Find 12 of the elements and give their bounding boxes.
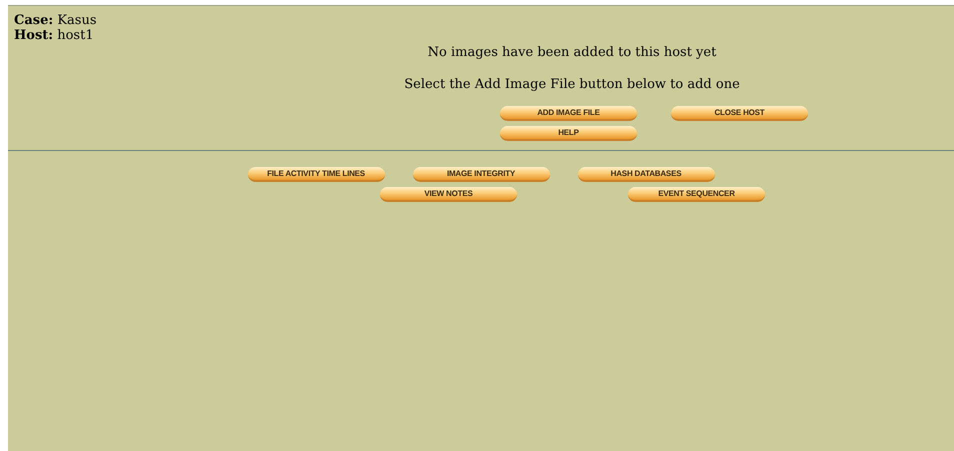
- host-label: Host: host1: [14, 28, 95, 43]
- menu-button[interactable]: CLOSE HOST: [671, 106, 808, 121]
- menu-button[interactable]: IMAGE INTEGRITY: [412, 167, 550, 182]
- menu-button[interactable]: HELP: [500, 126, 637, 141]
- menu-button[interactable]: FILE ACTIVITY TIME LINES: [248, 167, 384, 182]
- case-label: Case: Kasus: [14, 13, 98, 28]
- menu-button[interactable]: EVENT SEQUENCER: [628, 187, 765, 202]
- menu-button[interactable]: HASH DATABASES: [578, 167, 714, 182]
- menu-button[interactable]: ADD IMAGE FILE: [500, 106, 637, 121]
- menu-button[interactable]: VIEW NOTES: [380, 187, 517, 202]
- message-text: Select the Add Image File button below to add one: [404, 76, 740, 94]
- message-text: No images have been added to this host yet: [428, 44, 716, 62]
